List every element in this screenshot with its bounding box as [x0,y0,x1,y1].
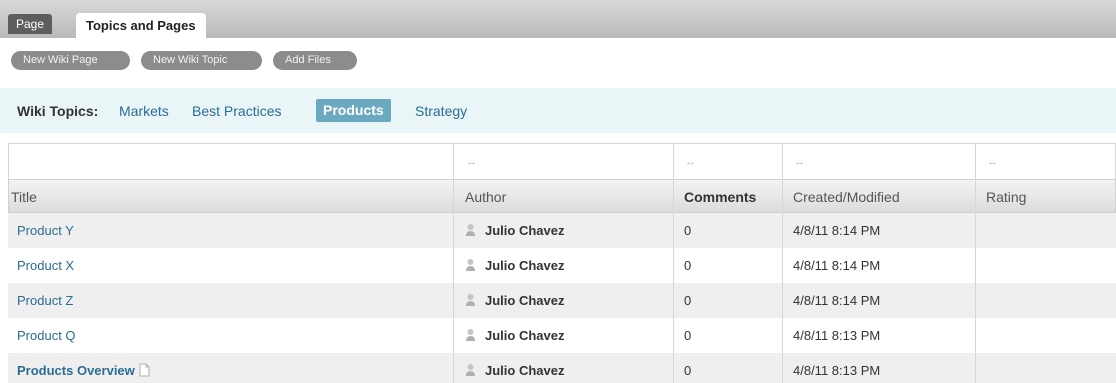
column-resize-handle[interactable]: ↔ [987,156,998,168]
topic-link-best-practices[interactable]: Best Practices [192,103,281,119]
column-resize-row: ↔ ↔ ↔ ↔ [8,143,1116,179]
modified-date: 4/8/11 8:14 PM [793,223,881,238]
comment-count: 0 [684,223,692,238]
column-header-title[interactable]: Title [11,189,37,205]
page-icon [139,363,150,377]
author-name[interactable]: Julio Chavez [485,223,564,238]
tab-bar: Page Topics and Pages [0,0,1116,38]
comment-count: 0 [684,258,692,273]
modified-date: 4/8/11 8:14 PM [793,293,881,308]
column-divider [975,143,976,383]
page-title-link[interactable]: Product Y [17,223,74,238]
column-header-author[interactable]: Author [465,189,506,205]
modified-date: 4/8/11 8:13 PM [793,328,881,343]
user-avatar-icon [466,364,475,376]
page-title-link[interactable]: Product Z [17,293,73,308]
wiki-topics-bar: Wiki Topics: Markets Best Practices Stra… [0,88,1116,133]
table-row: Product X Julio Chavez 0 4/8/11 8:14 PM [8,248,1116,283]
author-name[interactable]: Julio Chavez [485,293,564,308]
column-header-comments[interactable]: Comments [684,189,756,205]
comment-count: 0 [684,363,692,378]
page-title-text[interactable]: Products Overview [17,363,135,378]
user-avatar-icon [466,294,475,306]
table-row: Product Y Julio Chavez 0 4/8/11 8:14 PM [8,213,1116,248]
user-avatar-icon [466,329,475,341]
column-resize-handle[interactable]: ↔ [794,156,805,168]
page-title-link[interactable]: Product Q [17,328,76,343]
tab-topics-and-pages[interactable]: Topics and Pages [76,13,206,38]
new-wiki-page-button[interactable]: New Wiki Page [11,51,130,70]
tab-page[interactable]: Page [8,14,53,34]
add-files-button[interactable]: Add Files [273,51,357,70]
page-title-link[interactable]: Products Overview [17,363,151,378]
wiki-topics-label: Wiki Topics: [17,103,99,119]
column-header-row: Title Author Comments Created/Modified R… [8,179,1116,213]
column-header-rating[interactable]: Rating [986,189,1026,205]
column-resize-handle[interactable]: ↔ [466,156,477,168]
user-avatar-icon [466,259,475,271]
topic-link-strategy[interactable]: Strategy [415,103,467,119]
table-row: Products Overview Julio Chavez 0 4/8/11 … [8,353,1116,383]
author-name[interactable]: Julio Chavez [485,363,564,378]
column-divider [782,143,783,383]
table-row: Product Q Julio Chavez 0 4/8/11 8:13 PM [8,318,1116,353]
topic-link-products-active[interactable]: Products [316,99,391,122]
page-title-link[interactable]: Product X [17,258,74,273]
topic-pages-table: ↔ ↔ ↔ ↔ Title Author Comments Created/Mo… [8,143,1116,383]
column-divider [453,143,454,383]
topic-link-markets[interactable]: Markets [119,103,169,119]
column-header-created-modified[interactable]: Created/Modified [793,189,900,205]
comment-count: 0 [684,328,692,343]
column-divider [673,143,674,383]
comment-count: 0 [684,293,692,308]
modified-date: 4/8/11 8:13 PM [793,363,881,378]
new-wiki-topic-button[interactable]: New Wiki Topic [141,51,262,70]
table-row: Product Z Julio Chavez 0 4/8/11 8:14 PM [8,283,1116,318]
author-name[interactable]: Julio Chavez [485,258,564,273]
user-avatar-icon [466,224,475,236]
column-resize-handle[interactable]: ↔ [685,156,696,168]
modified-date: 4/8/11 8:14 PM [793,258,881,273]
author-name[interactable]: Julio Chavez [485,328,564,343]
